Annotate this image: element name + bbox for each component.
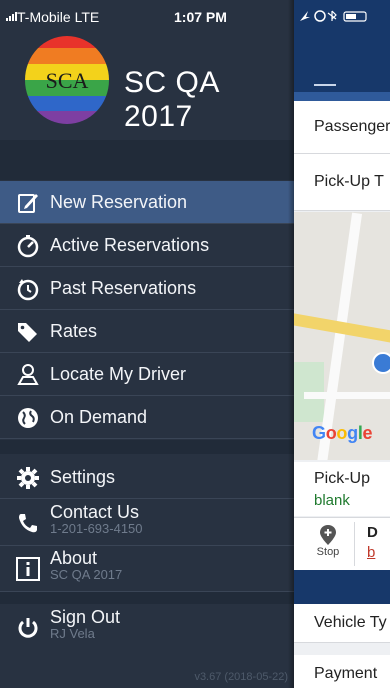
sca-rainbow-logo: SCA — [25, 36, 109, 124]
app-version: v3.67 (2018-05-22) — [194, 671, 288, 683]
tags-icon — [18, 323, 37, 342]
vehicle-type-label: Vehicle Ty — [314, 614, 387, 631]
carrier-label: T-Mobile LTE — [17, 9, 100, 25]
menu-label: About — [50, 548, 98, 568]
menu-on-demand[interactable]: On Demand — [0, 396, 294, 439]
drawer-spacer — [0, 140, 294, 180]
pickup-time-row[interactable]: Pick-Up T — [294, 154, 390, 211]
menu-about[interactable]: About SC QA 2017 — [0, 545, 294, 592]
menu-settings[interactable]: Settings — [0, 456, 294, 499]
menu-label: Settings — [50, 467, 116, 487]
menu-sign-out[interactable]: Sign Out RJ Vela — [0, 604, 294, 650]
reservation-screen: Passenger Pick-Up T Google Pick-Up blank… — [294, 0, 390, 688]
app-title: SC QA 2017 — [124, 66, 219, 133]
menu-label: Past Reservations — [50, 278, 197, 298]
dropoff-row[interactable]: Stop D b — [294, 517, 390, 570]
menu-label: Sign Out — [50, 607, 121, 627]
menu-separator — [0, 592, 294, 604]
edit-icon — [18, 194, 38, 213]
stop-label: Stop — [316, 546, 340, 558]
map-driver-icon — [17, 364, 39, 385]
info-icon — [16, 557, 40, 581]
menu-label: On Demand — [50, 407, 148, 427]
about-version-label: SC QA 2017 — [50, 567, 123, 582]
menu-locate-driver[interactable]: Locate My Driver — [0, 353, 294, 396]
dropoff-label: D — [367, 524, 378, 541]
menu-label: Contact Us — [50, 502, 140, 522]
timer-icon — [17, 235, 39, 258]
stop-pin-icon — [320, 525, 336, 545]
menu-contact-us[interactable]: Contact Us 1-201-693-4150 — [0, 499, 294, 546]
menu-label: Active Reservations — [50, 235, 210, 255]
gear-icon — [17, 467, 39, 489]
add-stop-button[interactable]: Stop — [302, 522, 355, 566]
drawer-shadow — [288, 0, 294, 688]
bluetooth-icon — [327, 10, 337, 21]
contact-phone: 1-201-693-4150 — [50, 521, 143, 536]
location-icon — [300, 11, 310, 21]
status-bar: T-Mobile LTE 1:07 PM — [0, 0, 294, 30]
menu-label: Locate My Driver — [50, 364, 187, 384]
header-band — [294, 92, 390, 101]
signed-in-user: RJ Vela — [50, 626, 95, 641]
passenger-label: Passenger — [314, 118, 390, 135]
phone-icon — [19, 514, 37, 533]
globe-icon — [18, 408, 38, 428]
navigation-drawer: T-Mobile LTE 1:07 PM SCA SC QA 2017 New … — [0, 0, 294, 688]
vehicle-type-row[interactable]: Vehicle Ty — [294, 604, 390, 643]
map-road — [304, 392, 390, 399]
main-header — [294, 34, 390, 102]
signal-icon — [6, 11, 17, 21]
menu-separator — [0, 440, 294, 454]
pickup-value: blank — [314, 492, 350, 509]
pickup-time-label: Pick-Up T — [314, 173, 384, 190]
menu-new-reservation[interactable]: New Reservation — [0, 181, 294, 224]
section-divider — [294, 570, 390, 604]
menu-label: Rates — [50, 321, 98, 341]
alarm-icon — [314, 10, 326, 22]
status-time: 1:07 PM — [174, 9, 227, 25]
pickup-label: Pick-Up — [314, 470, 371, 487]
payment-label: Payment — [314, 665, 378, 682]
payment-row[interactable]: Payment — [294, 655, 390, 688]
dropoff-value: b — [367, 544, 376, 561]
pickup-row[interactable]: Pick-Up blank — [294, 462, 390, 516]
menu-active-reservations[interactable]: Active Reservations — [0, 224, 294, 267]
history-icon — [17, 279, 39, 301]
power-icon — [18, 618, 38, 638]
google-logo: Google — [312, 423, 373, 443]
logo-lettering: SCA — [46, 68, 89, 93]
map-pin-icon[interactable] — [372, 352, 390, 374]
menu-label: New Reservation — [50, 192, 188, 212]
menu-rates[interactable]: Rates — [0, 310, 294, 353]
menu-past-reservations[interactable]: Past Reservations — [0, 267, 294, 310]
passenger-row[interactable]: Passenger — [294, 101, 390, 154]
status-icons — [298, 9, 378, 26]
